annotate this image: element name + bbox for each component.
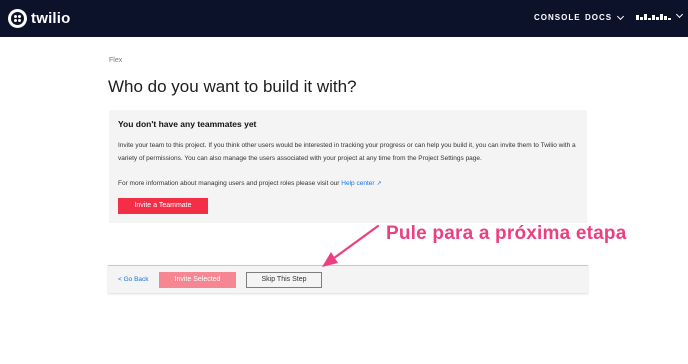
panel-help-text: For more information about managing user…	[118, 180, 580, 187]
panel-heading: You don't have any teammates yet	[118, 119, 257, 129]
skip-step-button[interactable]: Skip This Step	[246, 272, 322, 288]
panel-description: Invite your team to this project. If you…	[118, 142, 576, 162]
annotation-label: Pule para a próxima etapa	[386, 223, 627, 244]
invite-teammate-button[interactable]: Invite a Teammate	[118, 198, 208, 214]
account-menu[interactable]	[636, 10, 684, 20]
nav-docs-menu[interactable]: DOCS	[585, 12, 625, 22]
page-title: Who do you want to build it with?	[108, 77, 357, 96]
invite-selected-button[interactable]: Invite Selected	[159, 272, 236, 288]
nav-docs-label: DOCS	[585, 13, 613, 22]
twilio-logo-icon	[8, 9, 27, 28]
go-back-link[interactable]: < Go Back	[118, 276, 149, 283]
twilio-logo[interactable]: twilio	[8, 9, 71, 28]
help-center-link[interactable]: Help center	[341, 180, 374, 187]
help-text: For more information about managing user…	[118, 180, 340, 187]
nav-console-link[interactable]: CONSOLE	[534, 13, 581, 22]
wizard-footer: < Go Back Invite Selected Skip This Step	[108, 265, 588, 293]
breadcrumb[interactable]: Flex	[109, 57, 122, 64]
no-teammates-panel: You don't have any teammates yet Invite …	[109, 110, 587, 223]
logo-text: twilio	[31, 10, 71, 27]
chevron-down-icon	[675, 10, 684, 19]
external-link-icon: ↗	[376, 181, 382, 187]
redacted-account-name	[636, 12, 671, 20]
chevron-down-icon	[617, 12, 625, 20]
top-navigation-bar: twilio CONSOLE DOCS	[0, 0, 688, 37]
